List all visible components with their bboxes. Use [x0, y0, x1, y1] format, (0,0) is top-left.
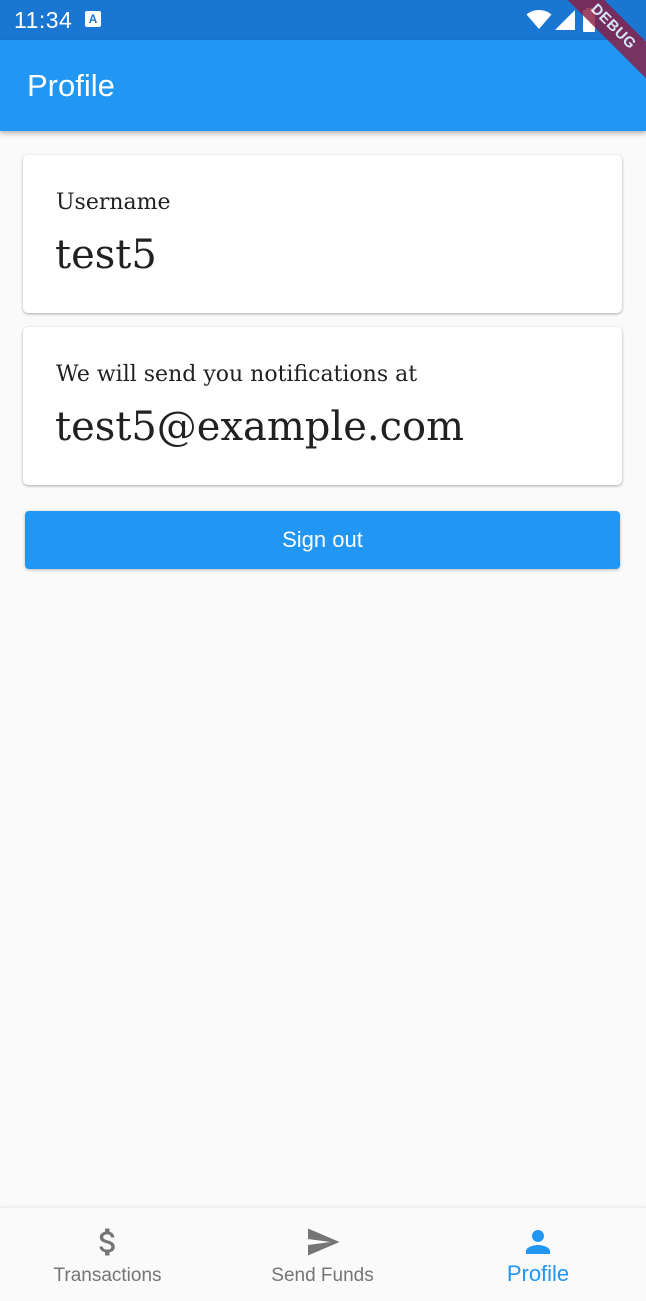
nav-item-transactions[interactable]: Transactions [0, 1208, 215, 1301]
a-box-icon: A [85, 11, 101, 27]
username-card: Username test5 [23, 155, 622, 313]
username-label: Username [56, 190, 171, 215]
email-card: We will send you notifications at test5@… [23, 327, 622, 485]
signal-icon [555, 10, 575, 30]
status-bar: 11:34 A [0, 0, 646, 40]
email-value: test5@example.com [55, 404, 465, 450]
nav-label-profile: Profile [506, 1261, 570, 1286]
username-value: test5 [55, 232, 157, 278]
page-title: Profile [27, 68, 115, 103]
person-icon [526, 1230, 550, 1254]
nav-label-transactions: Transactions [53, 1265, 162, 1286]
email-label: We will send you notifications at [56, 362, 418, 387]
app-bar: Profile [0, 40, 646, 131]
sign-out-button[interactable]: Sign out [25, 511, 620, 569]
dollar-icon [98, 1228, 115, 1256]
nav-label-send-funds: Send Funds [271, 1265, 374, 1286]
nav-item-profile[interactable]: Profile [430, 1208, 646, 1301]
status-time: 11:34 [14, 7, 73, 33]
nav-item-send-funds[interactable]: Send Funds [215, 1208, 430, 1301]
bottom-navigation: Transactions Send Funds Profile [0, 1207, 646, 1301]
wifi-icon [526, 10, 552, 29]
send-icon [307, 1228, 339, 1256]
